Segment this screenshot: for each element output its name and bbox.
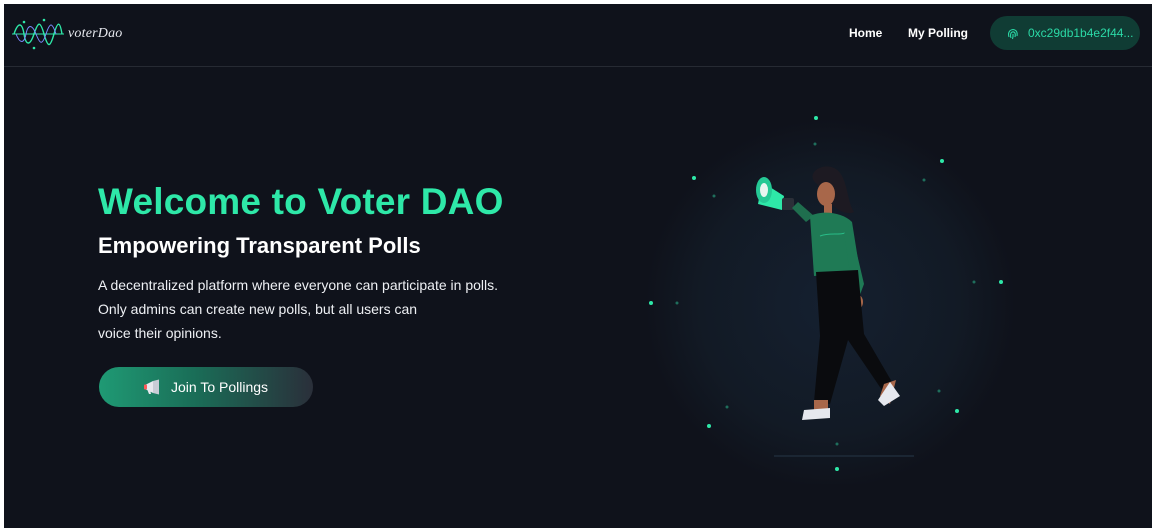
brand-name-dao: Dao <box>97 26 123 41</box>
hero-description-line: voice their opinions. <box>98 325 222 341</box>
hero-title: Welcome to Voter DAO <box>98 181 504 222</box>
megaphone-icon <box>144 379 159 395</box>
brand-logo[interactable]: voterDao <box>12 16 122 52</box>
app-window: voterDao Home My Polling 0xc29db1b4e2f44… <box>4 4 1152 528</box>
wallet-address-text: 0xc29db1b4e2f44... <box>1028 26 1134 40</box>
join-pollings-label: Join To Pollings <box>171 379 269 395</box>
hero-description: A decentralized platform where everyone … <box>98 273 538 345</box>
wallet-address-button[interactable]: 0xc29db1b4e2f44... <box>990 16 1140 50</box>
woman-with-megaphone-illustration <box>645 116 1015 484</box>
hero-description-line: Only admins can create new polls, but al… <box>98 301 418 317</box>
hero-description-line: A decentralized platform where everyone … <box>98 277 498 293</box>
waveform-logo-icon <box>12 18 64 50</box>
nav-my-polling-link[interactable]: My Polling <box>908 26 968 40</box>
fingerprint-icon <box>1008 28 1018 40</box>
nav-home-link[interactable]: Home <box>849 26 882 40</box>
brand-name-voter: voter <box>68 26 98 41</box>
navbar: voterDao Home My Polling 0xc29db1b4e2f44… <box>4 4 1152 67</box>
brand-name: voterDao <box>68 26 122 42</box>
hero-subtitle: Empowering Transparent Polls <box>98 233 421 258</box>
join-pollings-button[interactable]: Join To Pollings <box>99 367 313 407</box>
